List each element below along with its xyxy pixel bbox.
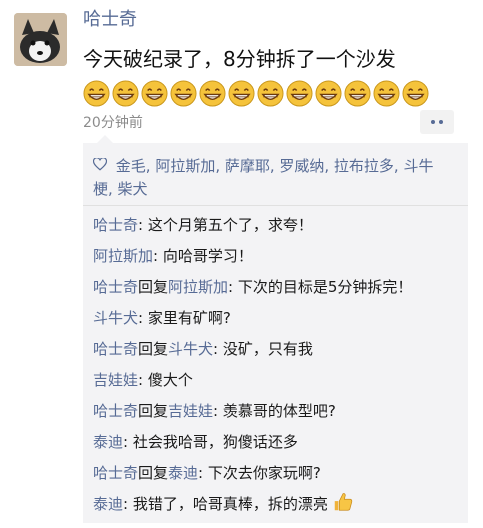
comment-author[interactable]: 哈士奇 (93, 464, 138, 482)
grinning-face-icon (141, 80, 168, 107)
comment-author[interactable]: 斗牛犬 (93, 309, 138, 327)
comment-separator: : (138, 371, 148, 389)
reply-target[interactable]: 吉娃娃 (168, 402, 213, 420)
more-dot-icon (439, 120, 443, 124)
comment-separator: : (213, 340, 223, 358)
husky-avatar-image (14, 13, 67, 66)
thumbs-up-icon (334, 493, 353, 511)
comment-author[interactable]: 泰迪 (93, 495, 123, 513)
comment-text: 没矿，只有我 (222, 340, 313, 358)
reply-word: 回复 (138, 464, 169, 482)
grinning-face-icon (315, 80, 342, 107)
comment-box-caret (97, 135, 113, 143)
comment-text: 家里有矿啊? (147, 309, 231, 327)
reply-word: 回复 (138, 278, 169, 296)
comment-separator: : (123, 433, 133, 451)
comment-text: 下次的目标是5分钟拆完！ (237, 278, 413, 296)
grinning-face-icon (286, 80, 313, 107)
comment-author[interactable]: 哈士奇 (93, 278, 138, 296)
likes-names[interactable]: 金毛, 阿拉斯加, 萨摩耶, 罗威纳, 拉布拉多, 斗牛梗, 柴犬 (93, 157, 433, 198)
divider (83, 205, 468, 206)
grinning-face-icon (344, 80, 371, 107)
comment-item[interactable]: 哈士奇回复斗牛犬: 没矿，只有我 (93, 336, 453, 362)
comment-text: 羡慕哥的体型吧? (222, 402, 336, 420)
comment-separator: : (123, 495, 133, 513)
comment-separator: : (153, 247, 163, 265)
comment-author[interactable]: 哈士奇 (93, 340, 138, 358)
comment-item[interactable]: 哈士奇回复泰迪: 下次去你家玩啊? (93, 460, 453, 486)
comment-separator: : (138, 309, 148, 327)
reply-word: 回复 (138, 402, 169, 420)
heart-outline-icon (93, 158, 107, 171)
comment-text: 社会我哈哥，狗傻话还多 (132, 433, 298, 451)
comment-separator: : (213, 402, 223, 420)
comment-item[interactable]: 哈士奇: 这个月第五个了，求夸！ (93, 212, 453, 238)
more-dot-icon (431, 120, 435, 124)
grinning-face-icon (83, 80, 110, 107)
comment-separator: : (228, 278, 238, 296)
comment-item[interactable]: 吉娃娃: 傻大个 (93, 367, 453, 393)
comment-author[interactable]: 哈士奇 (93, 216, 138, 234)
emoji-row (83, 80, 429, 110)
comment-text: 下次去你家玩啊? (207, 464, 321, 482)
grinning-face-icon (402, 80, 429, 107)
comment-text: 这个月第五个了，求夸！ (147, 216, 313, 234)
grinning-face-icon (373, 80, 400, 107)
post-author[interactable]: 哈士奇 (83, 8, 137, 32)
grinning-face-icon (170, 80, 197, 107)
comment-text: 傻大个 (147, 371, 193, 389)
comment-item[interactable]: 斗牛犬: 家里有矿啊? (93, 305, 453, 331)
grinning-face-icon (199, 80, 226, 107)
grinning-face-icon (228, 80, 255, 107)
comment-text: 向哈哥学习！ (162, 247, 253, 265)
reply-target[interactable]: 阿拉斯加 (168, 278, 228, 296)
comment-item[interactable]: 泰迪: 社会我哈哥，狗傻话还多 (93, 429, 453, 455)
comment-item[interactable]: 哈士奇回复吉娃娃: 羡慕哥的体型吧? (93, 398, 453, 424)
comment-item[interactable]: 阿拉斯加: 向哈哥学习！ (93, 243, 453, 269)
comment-author[interactable]: 泰迪 (93, 433, 123, 451)
comment-separator: : (138, 216, 148, 234)
reply-target[interactable]: 斗牛犬 (168, 340, 213, 358)
comment-item[interactable]: 泰迪: 我错了，哈哥真棒，拆的漂亮 (93, 491, 453, 517)
reply-word: 回复 (138, 340, 169, 358)
avatar[interactable] (14, 13, 67, 66)
comment-separator: : (198, 464, 208, 482)
post-text: 今天破纪录了，8分钟拆了一个沙发 (83, 47, 396, 71)
comment-author[interactable]: 哈士奇 (93, 402, 138, 420)
comment-item[interactable]: 哈士奇回复阿拉斯加: 下次的目标是5分钟拆完！ (93, 274, 453, 300)
reply-target[interactable]: 泰迪 (168, 464, 198, 482)
comments-list: 哈士奇: 这个月第五个了，求夸！ 阿拉斯加: 向哈哥学习！ 哈士奇回复阿拉斯加: 下… (93, 212, 453, 522)
comment-author[interactable]: 吉娃娃 (93, 371, 138, 389)
likes-list: 金毛, 阿拉斯加, 萨摩耶, 罗威纳, 拉布拉多, 斗牛梗, 柴犬 (93, 155, 453, 201)
grinning-face-icon (112, 80, 139, 107)
post-time: 20分钟前 (83, 115, 143, 131)
more-options-button[interactable] (420, 110, 454, 134)
grinning-face-icon (257, 80, 284, 107)
comment-author[interactable]: 阿拉斯加 (93, 247, 153, 265)
comment-text: 我错了，哈哥真棒，拆的漂亮 (132, 495, 328, 513)
